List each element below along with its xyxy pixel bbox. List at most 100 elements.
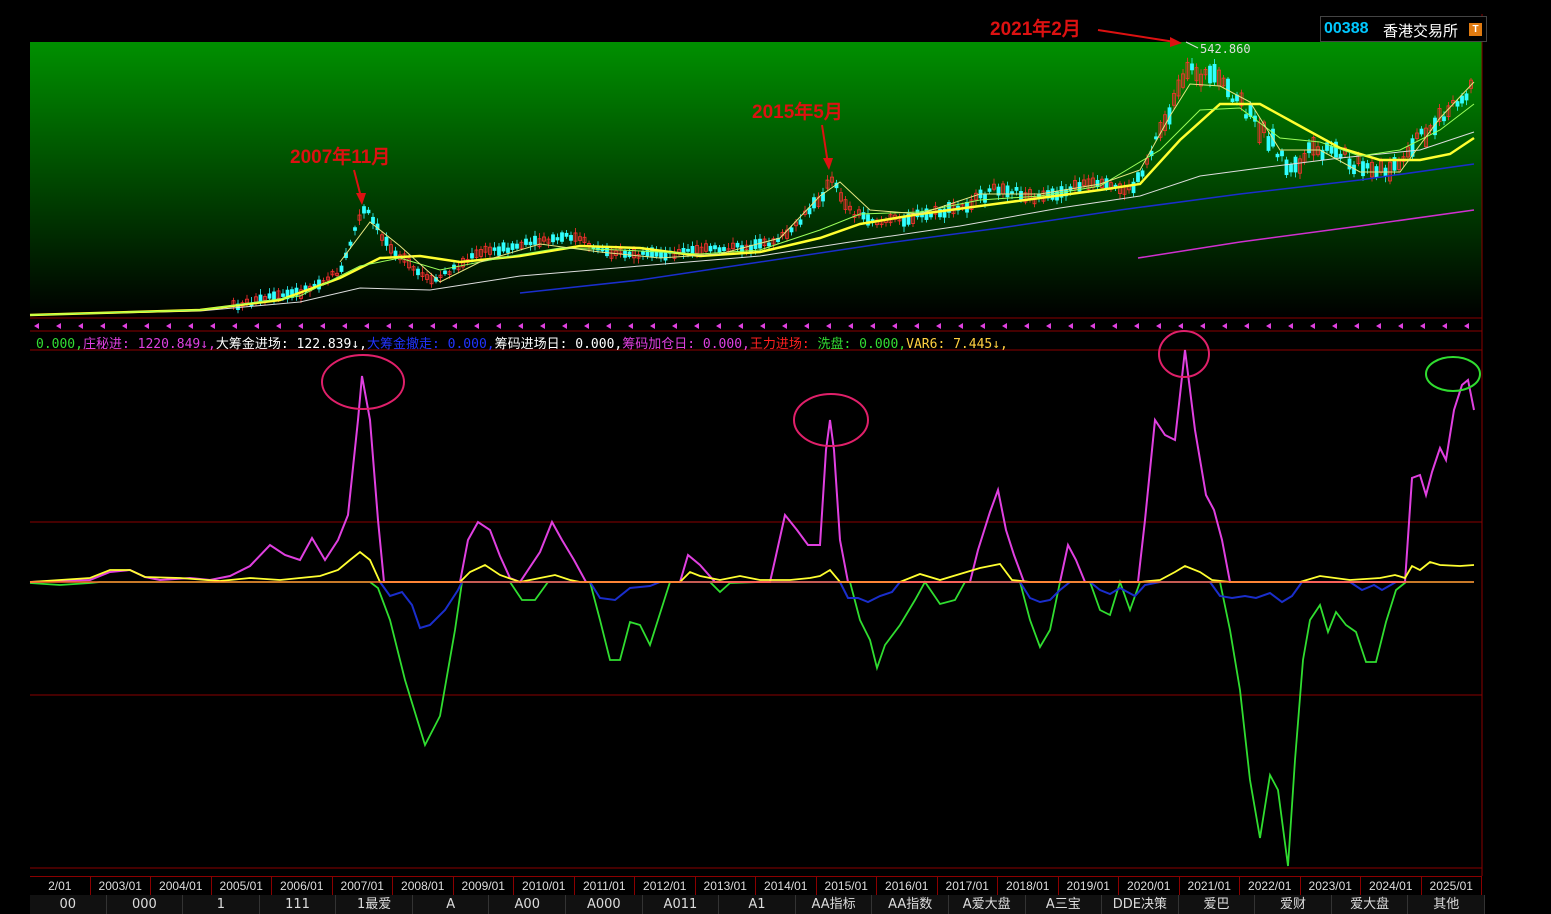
candle-body [497,246,501,256]
candle-body [1019,191,1023,201]
candle-body [789,227,794,233]
candle-body [686,248,690,252]
signal-marker [1090,323,1095,329]
candle-body [627,251,632,258]
signal-marker [56,323,61,329]
indicator-tab[interactable]: A011 [643,895,720,914]
signal-marker [1398,323,1403,329]
wash-line-green[interactable] [29,579,1474,867]
indicator-tab[interactable]: DDE决策 [1102,895,1179,914]
candle-body [1365,163,1370,169]
candle-body [807,207,812,215]
indicator-tab[interactable]: A000 [566,895,643,914]
candle-body [1284,159,1289,176]
candle-body [366,209,371,214]
signal-marker [584,323,589,329]
candle-body [1014,187,1019,191]
signal-marker [408,323,413,329]
signal-marker [1156,323,1161,329]
indicator-tab[interactable]: A爱大盘 [949,895,1026,914]
candle-body [560,232,564,242]
signal-marker [606,323,611,329]
indicator-tab[interactable]: 000 [107,895,184,914]
signal-marker [34,323,39,329]
candle-body [533,235,537,245]
candle-body [1136,172,1140,182]
candle-body [1005,185,1010,198]
price-panel[interactable] [30,42,1482,317]
candle-body [722,247,726,251]
date-tick: 2009/01 [454,877,514,895]
indicator-tab[interactable]: 其他 [1408,895,1485,914]
candle-body [1140,170,1145,177]
signal-marker [320,323,325,329]
candle-body [510,243,515,250]
indicator-tab[interactable]: A00 [489,895,567,914]
candle-body [1329,146,1334,154]
signal-marker [1112,323,1117,329]
candle-body [506,247,510,253]
signal-marker [540,323,545,329]
chart-canvas[interactable]: 2007年11月 2015年5月 2021年2月 542.860 [0,0,1551,914]
candle-body [641,251,645,255]
candle-body [524,238,528,245]
stock-code-box[interactable]: 00388 香港交易所 T [1320,16,1487,42]
signal-marker [716,323,721,329]
signal-marker [188,323,193,329]
indicator-tab[interactable]: A [413,895,490,914]
indicator-tab[interactable]: 1 [183,895,260,914]
indicator-tab[interactable]: AA指标 [796,895,873,914]
indicator-tabs[interactable]: 00 000 1 111 1最爱 A A00 A000 A011 A1 AA指标 AA指数 A爱大盘 A三… [30,895,1485,914]
candle-body [1226,78,1230,98]
candle-body [281,293,285,297]
candle-body [690,245,695,255]
indicator-tab[interactable]: 111 [260,895,337,914]
indicator-tab[interactable]: 爱大盘 [1332,895,1409,914]
date-tick: 2/01 [30,877,91,895]
date-tick: 2022/01 [1240,877,1301,895]
candle-body [362,206,366,214]
candle-body [470,253,474,259]
signal-marker [1222,323,1227,329]
signal-marker [738,323,743,329]
signal-marker [496,323,501,329]
signal-marker [78,323,83,329]
indicator-tab[interactable]: AA指数 [872,895,949,914]
candle-body [708,245,713,252]
zhuang-line-magenta[interactable] [29,349,1475,584]
signal-marker [166,323,171,329]
indicator-tab[interactable]: A三宝 [1026,895,1103,914]
date-tick: 2011/01 [575,877,635,895]
indicator-tab[interactable]: 00 [30,895,107,914]
signal-marker [1332,323,1337,329]
type-badge: T [1469,23,1482,36]
candle-body [515,243,519,249]
legend-item: 0.000, [36,337,83,352]
date-tick: 2008/01 [393,877,454,895]
legend-item: 大筹金撤走: 0.000, [366,337,495,352]
candle-body [393,250,398,257]
candle-body [1266,136,1271,151]
candle-body [1275,153,1280,158]
signal-marker [1002,323,1007,329]
signal-marker [276,323,281,329]
indicator-tab[interactable]: A1 [719,895,796,914]
legend-item: VAR6: 7.445↓, [906,337,1008,352]
indicator-tab[interactable]: 1最爱 [336,895,413,914]
signal-marker [958,323,963,329]
candle-body [443,270,447,275]
signal-marker [1024,323,1029,329]
candle-body [987,188,992,192]
indicator-tab[interactable]: 爱巴 [1179,895,1256,914]
candle-body [1190,63,1194,71]
indicator-tab[interactable]: 爱财 [1255,895,1332,914]
signal-marker [1244,323,1249,329]
signal-marker [254,323,259,329]
signal-marker [650,323,655,329]
candle-body [551,234,555,243]
signal-marker [122,323,127,329]
date-tick: 2007/01 [333,877,393,895]
signal-marker [1200,323,1205,329]
candle-body [735,242,740,248]
candle-body [555,237,560,241]
